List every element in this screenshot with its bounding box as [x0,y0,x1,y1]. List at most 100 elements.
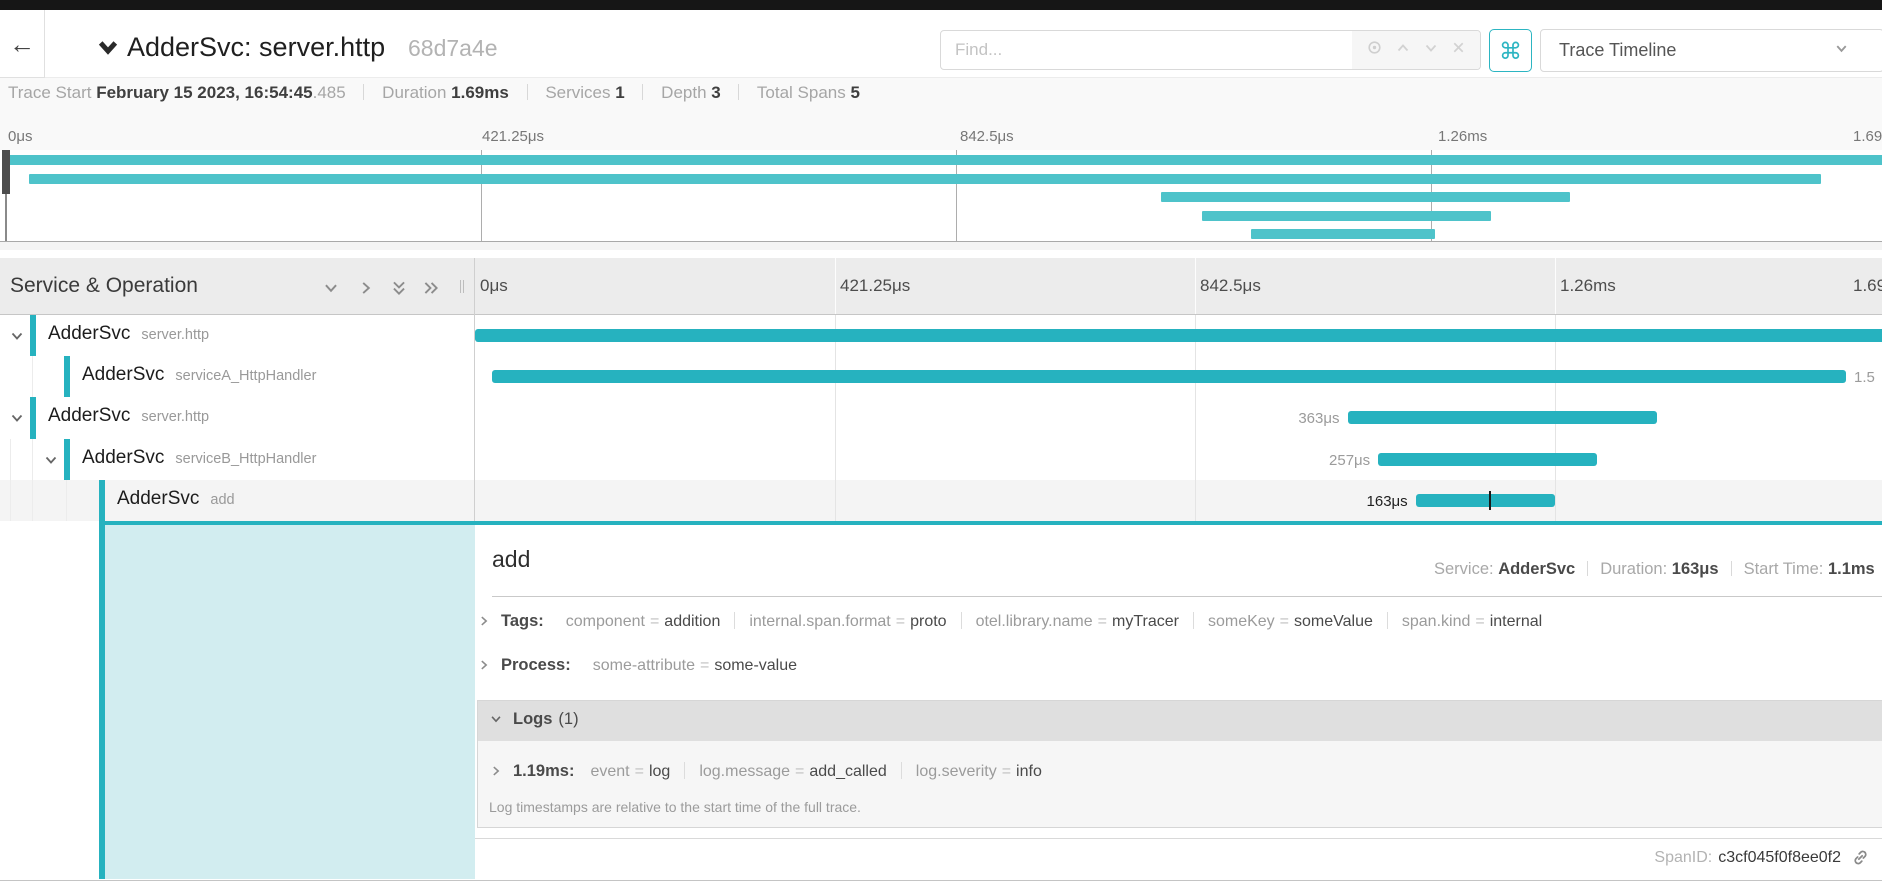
clear-search-icon[interactable] [1451,40,1466,60]
span-row[interactable]: AdderSvcadd163μs [0,480,1882,521]
kv-value: log [649,763,670,780]
minimap-span-bar [1251,229,1435,239]
locate-icon[interactable] [1366,39,1383,61]
duration-value: 1.69ms [451,83,509,102]
span-name: AdderSvcserviceA_HttpHandler [82,364,316,386]
span-collapse-chevron-icon[interactable] [43,452,59,473]
keyboard-shortcuts-button[interactable]: ⌘ [1489,29,1532,72]
minimap-tick-labels: 0μs421.25μs842.5μs1.26ms1.69ms [0,108,1882,150]
tags-row[interactable]: Tags:component=additioninternal.span.for… [477,612,1542,633]
service-name: AdderSvc [82,364,164,385]
header-column-separator [1195,258,1196,314]
back-button[interactable]: ← [0,10,45,78]
trace-collapse-chevron-icon[interactable] [95,34,121,65]
kv-key: event [590,763,629,780]
deep-link-icon[interactable] [1851,848,1870,867]
panel-resize-grip[interactable] [460,280,468,293]
span-duration-label: 363μs [1190,410,1340,427]
service-name: AdderSvc [117,488,199,509]
service-accent-bar [30,397,36,439]
find-controls [1352,31,1480,69]
expand-all-icon[interactable] [422,279,440,302]
span-name: AdderSvcserver.http [48,405,209,427]
logs-accordion: Logs(1) 1.19ms:event=loglog.message=add_… [477,700,1882,828]
span-row[interactable]: AdderSvcserviceB_HttpHandler257μs [0,439,1882,480]
log-entry-row[interactable]: 1.19ms:event=loglog.message=add_calledlo… [489,762,1042,783]
span-name: AdderSvc add [117,488,235,510]
collapse-chevron-icon[interactable] [489,712,503,731]
view-selector-dropdown[interactable]: Trace Timeline [1540,29,1882,72]
page-title: AdderSvc: server.http [127,32,385,63]
timeline-tick-label: 421.25μs [840,276,910,296]
span-collapse-chevron-icon[interactable] [9,410,25,431]
kv-key: someKey [1208,613,1275,630]
meta-value: 163μs [1672,560,1719,578]
depth-value: 3 [711,83,720,102]
timeline-tick-label: 0μs [480,276,508,296]
span-duration-label: 1.5 [1854,369,1875,386]
operation-name: add [210,492,234,508]
header-column-separator [1555,258,1556,314]
minimap-span-bar [1161,192,1570,202]
minimap-span-bar [1202,211,1492,221]
span-duration-bar[interactable] [1378,453,1597,466]
service-name: AdderSvc [48,323,130,344]
timeline-tick-label: 1.69ms [1853,276,1882,296]
kv-value: some-value [714,657,797,674]
selected-span-tint-column [105,525,475,879]
minimap-tick-label: 1.26ms [1438,128,1487,145]
logs-label: Logs [513,710,552,728]
kv-key: otel.library.name [976,613,1093,630]
logs-header[interactable]: Logs (1) [478,701,1882,741]
span-row[interactable]: AdderSvcserver.http [0,315,1882,356]
minimap-span-bar [29,174,1821,184]
span-collapse-chevron-icon[interactable] [9,328,25,349]
span-row[interactable]: AdderSvcserver.http 363μs [0,397,1882,439]
kv-key: log.message [699,763,790,780]
find-bar [940,30,1481,70]
meta-label: Start Time: [1744,560,1828,578]
span-duration-label: 257μs [1220,452,1370,469]
kv-value: myTracer [1112,613,1179,630]
trace-page-header: ← AdderSvc: server.http 68d7a4e ⌘ Trace … [0,10,1882,78]
trace-start-label: Trace Start [8,83,91,102]
expand-one-icon[interactable] [357,279,375,302]
span-detail-meta: Service: AdderSvcDuration: 163μsStart Ti… [1434,560,1875,579]
services-label: Services [545,83,610,102]
trace-minimap[interactable] [0,150,1882,241]
kv-key: component [566,613,645,630]
spanid-row: SpanID: c3cf045f0f8ee0f2 [475,838,1882,880]
expand-chevron-icon[interactable] [477,614,491,633]
previous-result-icon[interactable] [1395,40,1411,61]
minimap-span-bar [6,155,1882,165]
service-accent-bar [30,315,36,356]
panel-divider[interactable] [474,258,475,521]
meta-value: 1.1ms [1828,560,1875,578]
kv-value: info [1016,763,1042,780]
kv-key: some-attribute [593,657,695,674]
service-accent-bar [64,356,70,397]
span-duration-bar[interactable] [1348,411,1657,424]
minimap-tick-label: 1.69ms [1853,128,1882,145]
process-row[interactable]: Process:some-attribute=some-value [477,656,797,677]
section-label: Process: [501,656,571,674]
minimap-scrubber-handle[interactable] [2,150,10,194]
logs-count: (1) [558,710,578,728]
expand-chevron-icon[interactable] [477,658,491,677]
duration-label: Duration [382,83,446,102]
find-input[interactable] [941,31,1352,69]
window-top-strip [0,0,1882,10]
span-duration-bar[interactable] [1416,494,1555,507]
span-duration-bar[interactable] [475,329,1882,342]
service-name: AdderSvc [48,405,130,426]
span-duration-bar[interactable] [492,370,1846,383]
collapse-all-icon[interactable] [390,279,408,302]
logs-note: Log timestamps are relative to the start… [489,799,861,815]
minimap-tick-label: 0μs [8,128,33,145]
span-row[interactable]: AdderSvcserviceA_HttpHandler 1.5 [0,356,1882,397]
collapse-one-icon[interactable] [322,279,340,302]
expand-chevron-icon[interactable] [489,764,503,783]
kv-value: someValue [1294,613,1373,630]
next-result-icon[interactable] [1423,40,1439,61]
service-operation-header: Service & Operation [10,274,198,298]
